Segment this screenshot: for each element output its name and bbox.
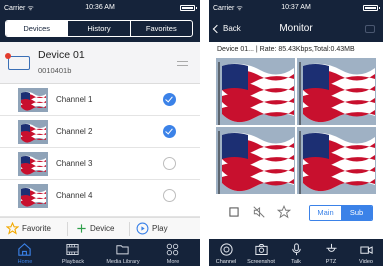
- segmented-control: Devices History Favorites: [5, 20, 193, 37]
- status-bar: Carrier ᯤ 10:37 AM: [209, 0, 383, 16]
- camera-icon: [255, 244, 268, 255]
- mute-icon[interactable]: [252, 205, 266, 219]
- tab-home[interactable]: Home: [0, 239, 50, 266]
- play-label: Play: [152, 224, 168, 233]
- dvr-device-icon: [5, 53, 30, 70]
- tab-screenshot[interactable]: Screenshot: [244, 239, 278, 266]
- device-row[interactable]: Device 01 0010401b: [0, 42, 200, 84]
- stream-info: Device 01... | Rate: 85.43Kbps,Total:0.4…: [209, 42, 383, 58]
- monitor-screen: Carrier ᯤ 10:37 AM Back Monitor Device 0…: [209, 0, 383, 266]
- fullscreen-icon[interactable]: [227, 205, 241, 219]
- bottom-tab-bar: Home Playback Media Library More: [0, 239, 200, 266]
- tab-channel-label: Channel: [215, 259, 237, 265]
- page-title: Monitor: [279, 23, 313, 34]
- tab-media-library-label: Media Library: [106, 259, 140, 265]
- microphone-icon: [292, 243, 301, 256]
- device-name: Device 01: [38, 49, 85, 61]
- divider: [67, 222, 68, 236]
- grid-icon: [166, 243, 179, 256]
- tab-more-label: More: [166, 259, 180, 265]
- sub-stream-button[interactable]: Sub: [341, 206, 372, 220]
- ptz-icon: [326, 243, 337, 252]
- checkbox-checked-icon[interactable]: [163, 93, 176, 106]
- channel-icon: [220, 243, 233, 256]
- top-nav: Devices History Favorites: [0, 16, 200, 42]
- stream-toggle: Main Sub: [309, 205, 373, 221]
- channel-thumbnail: [18, 88, 48, 112]
- video-feed[interactable]: [216, 127, 295, 194]
- video-feed[interactable]: [297, 58, 376, 125]
- channel-row[interactable]: Channel 2: [0, 116, 200, 148]
- tab-devices[interactable]: Devices: [6, 21, 69, 36]
- video-feed[interactable]: [216, 58, 295, 125]
- video-feed[interactable]: [297, 127, 376, 194]
- device-id: 0010401b: [38, 66, 72, 75]
- battery-icon: [180, 5, 197, 11]
- star-icon: [6, 222, 19, 236]
- plus-icon: [77, 224, 86, 234]
- channel-row[interactable]: Channel 3: [0, 148, 200, 180]
- checkbox-checked-icon[interactable]: [163, 125, 176, 138]
- channel-label: Channel 3: [56, 159, 93, 168]
- checkbox-empty-icon[interactable]: [163, 157, 176, 170]
- tab-favorites[interactable]: Favorites: [131, 21, 192, 36]
- tab-more[interactable]: More: [148, 239, 198, 266]
- film-icon: [66, 244, 79, 255]
- channel-thumbnail: [18, 184, 48, 208]
- tab-channel[interactable]: Channel: [209, 239, 243, 266]
- control-row: Main Sub: [209, 200, 383, 224]
- tab-home-label: Home: [17, 259, 33, 265]
- add-device-button[interactable]: Device: [76, 222, 114, 236]
- folder-icon: [116, 245, 129, 255]
- tab-ptz-label: PTZ: [325, 259, 337, 265]
- star-icon[interactable]: [277, 205, 291, 219]
- divider: [129, 222, 130, 236]
- top-nav: Back Monitor: [209, 16, 383, 42]
- bottom-tab-bar: Channel Screenshot Talk PTZ Video: [209, 239, 383, 266]
- drag-handle-icon[interactable]: [177, 61, 188, 66]
- favorite-button[interactable]: Favorite: [6, 222, 51, 236]
- channel-row[interactable]: Channel 4: [0, 180, 200, 217]
- channel-label: Channel 2: [56, 127, 93, 136]
- add-device-label: Device: [90, 224, 115, 233]
- tab-talk-label: Talk: [291, 259, 301, 265]
- camera-icon[interactable]: [365, 25, 375, 33]
- status-bar: Carrier ᯤ 10:36 AM: [0, 0, 200, 16]
- tab-ptz[interactable]: PTZ: [314, 239, 348, 266]
- main-stream-button[interactable]: Main: [310, 206, 341, 220]
- channel-thumbnail: [18, 152, 48, 176]
- clock-label: 10:37 AM: [281, 4, 311, 11]
- favorite-label: Favorite: [22, 224, 51, 233]
- video-grid: [216, 58, 376, 194]
- channel-row[interactable]: Channel 1: [0, 84, 200, 116]
- tab-video-label: Video: [359, 259, 373, 265]
- play-icon: [136, 222, 149, 235]
- tab-playback[interactable]: Playback: [48, 239, 98, 266]
- checkbox-empty-icon[interactable]: [163, 189, 176, 202]
- channel-label: Channel 1: [56, 95, 93, 104]
- status-dot-icon: [5, 53, 11, 59]
- home-icon: [18, 243, 31, 256]
- tab-video[interactable]: Video: [349, 239, 383, 266]
- tab-media-library[interactable]: Media Library: [96, 239, 150, 266]
- tab-screenshot-label: Screenshot: [247, 259, 275, 265]
- tab-talk[interactable]: Talk: [279, 239, 313, 266]
- action-bar: Favorite Device Play: [0, 217, 200, 239]
- channel-thumbnail: [18, 120, 48, 144]
- tab-history[interactable]: History: [68, 21, 131, 36]
- battery-icon: [363, 5, 380, 11]
- video-camera-icon: [360, 246, 373, 255]
- tab-playback-label: Playback: [61, 259, 85, 265]
- clock-label: 10:36 AM: [85, 4, 115, 11]
- play-button[interactable]: Play: [136, 222, 168, 236]
- device-list-screen: Carrier ᯤ 10:36 AM Devices History Favor…: [0, 0, 200, 266]
- channel-label: Channel 4: [56, 191, 93, 200]
